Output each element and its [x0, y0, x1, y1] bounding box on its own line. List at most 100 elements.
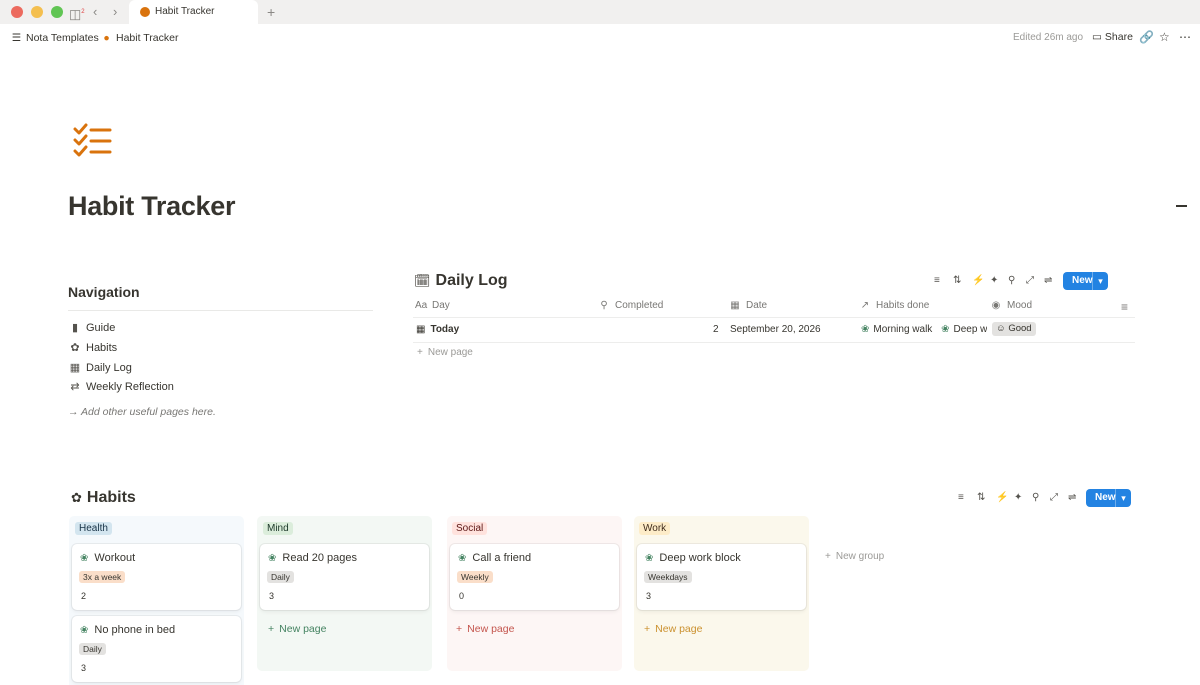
breadcrumb-workspace[interactable]: ☰ Nota Templates — [11, 32, 99, 44]
checklist-icon[interactable] — [73, 123, 113, 157]
edited-timestamp: Edited 26m ago — [1013, 32, 1084, 43]
document-icon: ▮ — [71, 322, 79, 334]
page-title[interactable]: Habit Tracker — [68, 191, 235, 222]
chevron-down-icon[interactable]: ▾ — [1115, 489, 1131, 507]
table-cell-mood[interactable]: ☺ Good — [992, 322, 1036, 336]
new-tab-plus-icon[interactable]: + — [267, 3, 275, 21]
frequency-tag: Weekdays — [644, 571, 692, 583]
breadcrumb-label: Nota Templates — [26, 32, 99, 44]
daily-log-new-button[interactable]: New ▾ — [1063, 272, 1108, 290]
column-header-mood[interactable]: ◉ Mood — [990, 300, 1032, 311]
tabs-overview-icon[interactable]: ◫2 — [69, 3, 85, 23]
new-group-button[interactable]: + New group — [825, 551, 884, 562]
daily-log-title[interactable]: 🗓 Daily Log — [414, 272, 508, 290]
collapse-handle[interactable] — [1176, 205, 1187, 207]
calendar-icon: 🗓 — [414, 273, 431, 288]
relation-chip: Morning walk — [873, 324, 933, 335]
maximize-window-button[interactable] — [51, 6, 63, 18]
expand-icon[interactable]: ⤢ — [1026, 272, 1034, 290]
card-title-label: Workout — [94, 552, 136, 564]
column-header-completed[interactable]: ⚲ Completed — [598, 300, 663, 311]
nav-item-daily-log[interactable]: ▦ Daily Log — [68, 361, 132, 374]
habit-card[interactable]: ❀ Deep work block Weekdays 3 — [637, 544, 806, 610]
group-label[interactable]: Social — [452, 522, 488, 535]
table-cell-day[interactable]: ▦ Today — [416, 324, 459, 335]
close-window-button[interactable] — [11, 6, 23, 18]
more-options-icon[interactable]: ⋯ — [1179, 30, 1191, 44]
nav-item-habits[interactable]: ✿ Habits — [68, 341, 117, 354]
automation-icon[interactable]: ⚡ — [996, 489, 1008, 507]
search-icon[interactable]: ⚲ — [1008, 272, 1015, 290]
search-icon: ⚲ — [600, 300, 608, 311]
habits-board-title[interactable]: ✿ Habits — [71, 489, 136, 507]
plus-icon: + — [417, 347, 423, 358]
ai-icon[interactable]: ✦ — [990, 272, 998, 290]
habits-new-button[interactable]: New ▾ — [1086, 489, 1131, 507]
table-cell-completed[interactable]: 2 — [713, 324, 719, 335]
settings-icon[interactable]: ⇌ — [1044, 272, 1052, 290]
expand-icon[interactable]: ⤢ — [1050, 489, 1058, 507]
nav-item-label: Daily Log — [86, 362, 132, 374]
habit-card[interactable]: ❀ Read 20 pages Daily 3 — [260, 544, 429, 610]
sort-icon[interactable]: ⇅ — [977, 489, 985, 507]
select-property-icon: ◉ — [991, 300, 1001, 311]
card-title: ❀ No phone in bed — [80, 624, 175, 636]
table-cell-habits-done[interactable]: ❀ Morning walk ❀ Deep w — [861, 324, 987, 335]
column-new-page[interactable]: + New page — [268, 623, 326, 635]
chevron-down-icon[interactable]: ▾ — [1092, 272, 1108, 290]
nav-item-label: Guide — [86, 322, 116, 334]
nav-item-guide[interactable]: ▮ Guide — [68, 321, 115, 334]
leaf-icon: ❀ — [80, 553, 89, 564]
group-label[interactable]: Health — [75, 522, 112, 535]
habit-card[interactable]: ❀ Call a friend Weekly 0 — [450, 544, 619, 610]
ai-icon[interactable]: ✦ — [1014, 489, 1022, 507]
group-label[interactable]: Mind — [263, 522, 293, 535]
forward-arrow-icon[interactable]: › — [113, 3, 117, 21]
search-icon[interactable]: ⚲ — [1032, 489, 1039, 507]
habit-card[interactable]: ❀ No phone in bed Daily 3 — [72, 616, 241, 682]
nav-hint: → Add other useful pages here. — [68, 406, 216, 418]
group-label[interactable]: Work — [639, 522, 671, 535]
column-header-label: Habits done — [876, 300, 930, 311]
leaf-icon: ❀ — [861, 324, 870, 335]
board-column-social: Social ❀ Call a friend Weekly 0 + New page — [447, 516, 622, 671]
sort-icon[interactable]: ⇅ — [953, 272, 961, 290]
card-title-label: Call a friend — [472, 552, 532, 564]
tabs-badge: 2 — [81, 9, 85, 15]
settings-icon[interactable]: ⇌ — [1068, 489, 1076, 507]
browser-tab[interactable]: Habit Tracker — [129, 0, 258, 24]
relation-chip: Deep w — [953, 324, 987, 335]
star-icon[interactable]: ☆ — [1159, 30, 1170, 44]
automation-icon[interactable]: ⚡ — [972, 272, 984, 290]
column-new-page[interactable]: + New page — [644, 623, 702, 635]
daily-log-title-label: Daily Log — [435, 272, 508, 289]
breadcrumb-page[interactable]: ● Habit Tracker — [101, 32, 178, 44]
habit-tracker-icon: ● — [103, 32, 110, 44]
column-header-day[interactable]: Aa Day — [415, 300, 450, 311]
frequency-tag: Weekly — [457, 571, 493, 583]
filter-icon[interactable]: ≡ — [934, 272, 940, 290]
filter-icon[interactable]: ≡ — [958, 489, 964, 507]
breadcrumb-label: Habit Tracker — [116, 32, 179, 44]
more-columns-icon[interactable]: ≡ — [1121, 300, 1128, 314]
column-header-label: Mood — [1007, 300, 1033, 311]
page-topbar: ☰ Nota Templates ● Habit Tracker Edited 26… — [0, 24, 1200, 52]
card-count: 3 — [81, 663, 87, 673]
column-header-date[interactable]: ▦ Date — [729, 300, 767, 311]
minimize-window-button[interactable] — [31, 6, 43, 18]
nav-item-weekly-reflection[interactable]: ⇄ Weekly Reflection — [68, 380, 173, 393]
share-button[interactable]: ▭ Share — [1092, 31, 1133, 43]
column-header-label: Date — [746, 300, 768, 311]
daily-log-new-page[interactable]: + New page — [417, 347, 473, 358]
table-cell-date[interactable]: September 20, 2026 — [730, 324, 821, 335]
column-header-habits-done[interactable]: ↗ Habits done — [859, 300, 930, 311]
share-label: Share — [1104, 31, 1133, 43]
back-arrow-icon[interactable]: ‹ — [93, 3, 97, 21]
daily-log-toolbar: ≡ ⇅ ⚡ ✦ ⚲ ⤢ ⇌ — [934, 272, 1059, 290]
window-titlebar: ◫2 ‹ › Habit Tracker + — [0, 0, 1200, 24]
column-new-page[interactable]: + New page — [456, 623, 514, 635]
new-button-label: New — [1095, 492, 1116, 503]
habit-card[interactable]: ❀ Workout 3x a week 2 — [72, 544, 241, 610]
new-button-label: New — [1072, 275, 1093, 286]
link-icon[interactable]: 🔗 — [1139, 30, 1154, 44]
